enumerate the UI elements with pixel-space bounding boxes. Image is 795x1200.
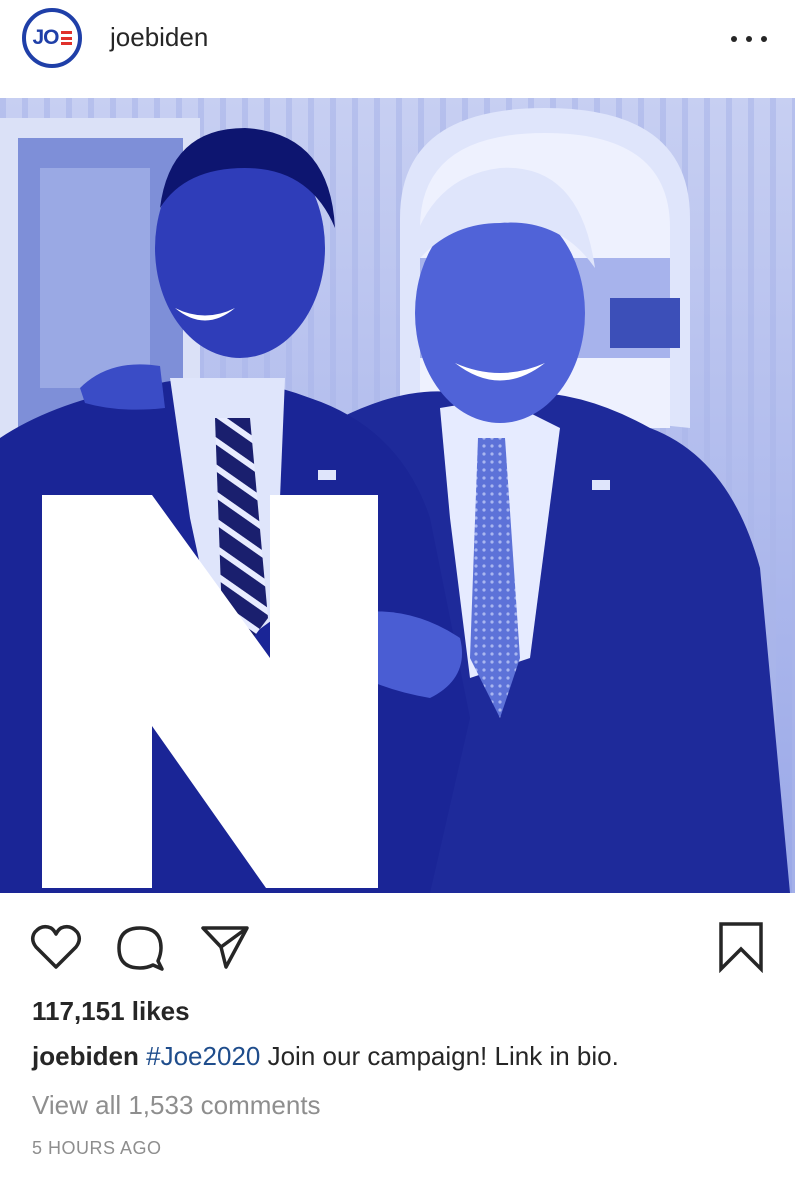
post-header: JO joebiden bbox=[0, 0, 795, 98]
view-comments-link[interactable]: View all 1,533 comments bbox=[32, 1090, 321, 1121]
comment-icon[interactable] bbox=[115, 923, 165, 978]
paper-plane-icon[interactable] bbox=[200, 923, 250, 976]
logo-e-bars bbox=[60, 31, 72, 45]
post-image[interactable] bbox=[0, 98, 795, 893]
bookmark-icon[interactable] bbox=[718, 921, 764, 978]
campaign-logo: JO bbox=[32, 26, 72, 50]
more-options-icon[interactable] bbox=[731, 24, 767, 54]
likes-count[interactable]: 117,151 likes bbox=[32, 996, 190, 1027]
post-timestamp: 5 HOURS AGO bbox=[32, 1138, 162, 1158]
heart-icon[interactable] bbox=[30, 923, 82, 976]
avatar[interactable]: JO bbox=[22, 8, 82, 68]
caption-text: Join our campaign! Link in bio. bbox=[260, 1041, 619, 1071]
caption-username[interactable]: joebiden bbox=[32, 1041, 139, 1071]
post-actions bbox=[0, 905, 795, 985]
account-username[interactable]: joebiden bbox=[110, 22, 208, 53]
avatar-text: JO bbox=[32, 26, 59, 49]
caption-hashtag[interactable]: #Joe2020 bbox=[146, 1041, 260, 1071]
post-caption: joebiden #Joe2020 Join our campaign! Lin… bbox=[32, 1041, 619, 1072]
